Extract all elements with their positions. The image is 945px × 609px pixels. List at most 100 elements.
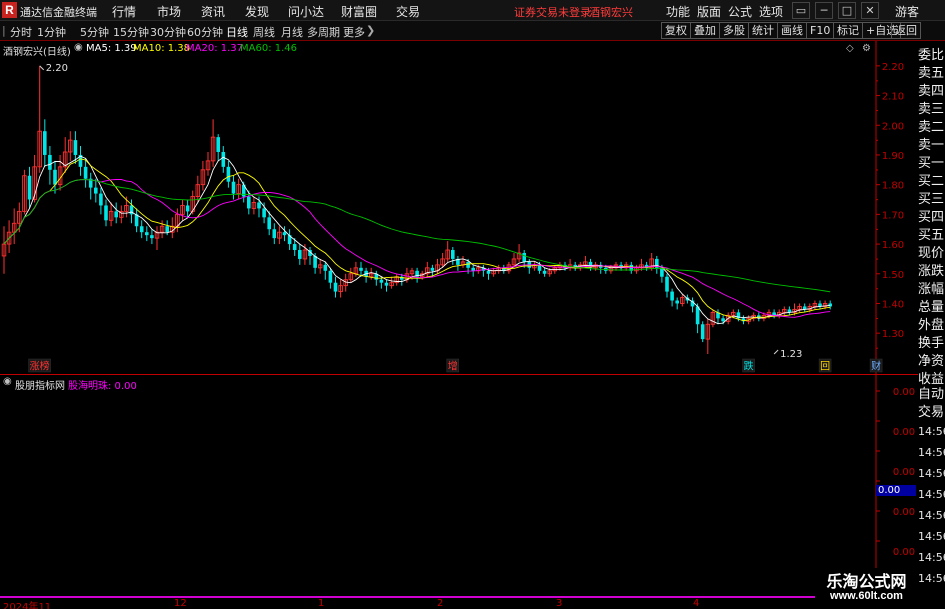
chart-collapse-icon[interactable]: ◉ bbox=[74, 42, 83, 53]
period-daily[interactable]: 日线 bbox=[226, 24, 248, 40]
indicator-tick-label: 0.00 bbox=[893, 467, 915, 478]
back-button[interactable]: 返回 bbox=[891, 22, 921, 39]
sidebar-ask1[interactable]: 卖一 bbox=[918, 136, 945, 156]
sidebar-ask4[interactable]: 卖四 bbox=[918, 82, 945, 102]
candle-body bbox=[114, 211, 118, 218]
statistics-button[interactable]: 统计 bbox=[748, 22, 778, 39]
candle-body bbox=[384, 282, 389, 286]
candle-body bbox=[323, 264, 328, 271]
tick-time: 14:56 bbox=[918, 530, 945, 543]
period-monthly[interactable]: 月线 bbox=[281, 24, 303, 40]
sidebar-bid1[interactable]: 买一 bbox=[918, 154, 945, 174]
toolbar-grip: | bbox=[2, 24, 6, 37]
period-5min[interactable]: 5分钟 bbox=[80, 24, 109, 40]
candle-body bbox=[216, 137, 220, 152]
multi-stock-button[interactable]: 多股 bbox=[719, 22, 749, 39]
minimize-icon[interactable]: ─ bbox=[815, 2, 833, 19]
sidebar-bid5[interactable]: 买五 bbox=[918, 226, 945, 246]
period-15min[interactable]: 15分钟 bbox=[113, 24, 149, 40]
candle-body bbox=[665, 276, 669, 292]
menu-hangqing[interactable]: 行情 bbox=[112, 3, 136, 20]
watermark-logo: 乐淘公式网 www.60lt.com bbox=[815, 568, 918, 609]
chart-stock-label: 酒钢宏兴(日线) bbox=[3, 47, 71, 58]
draw-line-button[interactable]: 画线 bbox=[777, 22, 807, 39]
quote-sidebar: 委比 卖五 卖四 卖三 卖二 卖一 买一 买二 买三 买四 买五 现价 涨跌 涨… bbox=[918, 41, 945, 609]
sidebar-bid2[interactable]: 买二 bbox=[918, 172, 945, 192]
menu-shichang[interactable]: 市场 bbox=[157, 3, 181, 20]
candle-body bbox=[471, 267, 475, 271]
candle-body bbox=[73, 140, 78, 155]
candle-body bbox=[262, 208, 266, 218]
candle-body bbox=[48, 154, 52, 170]
overlay-button[interactable]: 叠加 bbox=[690, 22, 720, 39]
sidebar-ask5[interactable]: 卖五 bbox=[918, 64, 945, 84]
candle-body bbox=[542, 270, 547, 274]
login-warning[interactable]: 证券交易未登录 bbox=[514, 4, 591, 20]
menu-banmian[interactable]: 版面 bbox=[697, 3, 721, 20]
candle-body bbox=[298, 250, 302, 259]
tick-time: 14:56 bbox=[918, 467, 945, 480]
sidebar-change-pct[interactable]: 涨幅 bbox=[918, 280, 945, 300]
event-marker: 财 bbox=[871, 360, 881, 373]
menu-gongneng[interactable]: 功能 bbox=[666, 3, 690, 20]
chart-options-icon[interactable]: ⚙ bbox=[862, 43, 871, 54]
sidebar-bid4[interactable]: 买四 bbox=[918, 208, 945, 228]
event-marker: 回 bbox=[820, 361, 830, 373]
watermark-url: www.60lt.com bbox=[830, 590, 903, 602]
sidebar-price[interactable]: 现价 bbox=[918, 244, 945, 264]
tick-time: 14:56 bbox=[918, 572, 945, 585]
period-weekly[interactable]: 周线 bbox=[253, 24, 275, 40]
mark-button[interactable]: 标记 bbox=[833, 22, 863, 39]
period-toolbar: | 分时 1分钟 5分钟 15分钟 30分钟 60分钟 日线 周线 月线 多周期… bbox=[0, 21, 945, 41]
indicator-tick-label: 0.00 bbox=[893, 547, 915, 558]
menu-caifuquan[interactable]: 财富圈 bbox=[341, 3, 377, 20]
f10-button[interactable]: F10 bbox=[806, 22, 835, 39]
event-marker: 增 bbox=[448, 360, 458, 373]
menu-jiaoyi[interactable]: 交易 bbox=[396, 3, 420, 20]
candle-body bbox=[83, 166, 88, 179]
kline-chart[interactable]: 1.30 1.40 1.50 1.60 1.70 1.80 1.90 2.00 2.10 2.20… bbox=[0, 41, 918, 375]
sidebar-weibi[interactable]: 委比 bbox=[918, 46, 945, 66]
candle-body bbox=[272, 229, 277, 239]
candle-body bbox=[328, 270, 333, 283]
fuquan-button[interactable]: 复权 bbox=[661, 22, 691, 39]
ma60-legend: MA60: 1.46 bbox=[240, 43, 298, 54]
indicator-chart[interactable]: 0.00 0.00 0.00 0.00 0.00 bbox=[0, 375, 918, 596]
period-1min[interactable]: 1分钟 bbox=[37, 24, 66, 40]
sidebar-turnover[interactable]: 换手 bbox=[918, 334, 945, 354]
sidebar-ask3[interactable]: 卖三 bbox=[918, 100, 945, 120]
indicator-series-label: 股海明珠: 0.00 bbox=[68, 381, 137, 392]
menu-wenxiaoda[interactable]: 问小达 bbox=[288, 3, 324, 20]
date-label: 2 bbox=[437, 598, 444, 609]
sidebar-auto[interactable]: 自动 bbox=[918, 385, 945, 405]
sidebar-net-asset[interactable]: 净资 bbox=[918, 352, 945, 372]
period-multi[interactable]: 多周期 bbox=[307, 24, 340, 40]
sidebar-trade[interactable]: 交易 bbox=[918, 403, 945, 423]
candle-body bbox=[670, 291, 674, 301]
period-fenshi[interactable]: 分时 bbox=[10, 24, 32, 40]
menu-zixun[interactable]: 资讯 bbox=[201, 3, 225, 20]
period-60min[interactable]: 60分钟 bbox=[187, 24, 223, 40]
chart-settings-diamond-icon[interactable]: ◇ bbox=[846, 43, 854, 54]
more-chevron-icon[interactable]: ❯ bbox=[366, 24, 375, 37]
candle-body bbox=[104, 205, 108, 221]
menu-faxian[interactable]: 发现 bbox=[245, 3, 269, 20]
maximize-icon[interactable]: □ bbox=[838, 2, 856, 19]
close-icon[interactable]: ✕ bbox=[861, 2, 879, 19]
sidebar-volume[interactable]: 总量 bbox=[918, 298, 945, 318]
restore-layout-icon[interactable]: ▭ bbox=[792, 2, 810, 19]
guest-label[interactable]: 游客 bbox=[895, 3, 919, 20]
price-tick-label: 1.70 bbox=[882, 210, 904, 221]
price-tick-label: 1.80 bbox=[882, 181, 904, 192]
sidebar-ask2[interactable]: 卖二 bbox=[918, 118, 945, 138]
indicator-collapse-icon[interactable]: ◉ bbox=[3, 376, 12, 387]
period-more[interactable]: 更多 bbox=[343, 24, 365, 40]
sidebar-bid3[interactable]: 买三 bbox=[918, 190, 945, 210]
menu-xuanxiang[interactable]: 选项 bbox=[759, 3, 783, 20]
sidebar-change[interactable]: 涨跌 bbox=[918, 262, 945, 282]
sidebar-outer[interactable]: 外盘 bbox=[918, 316, 945, 336]
price-tick-label: 2.20 bbox=[882, 62, 904, 73]
tick-time: 14:56 bbox=[918, 488, 945, 501]
menu-gongshi[interactable]: 公式 bbox=[728, 3, 752, 20]
period-30min[interactable]: 30分钟 bbox=[150, 24, 186, 40]
